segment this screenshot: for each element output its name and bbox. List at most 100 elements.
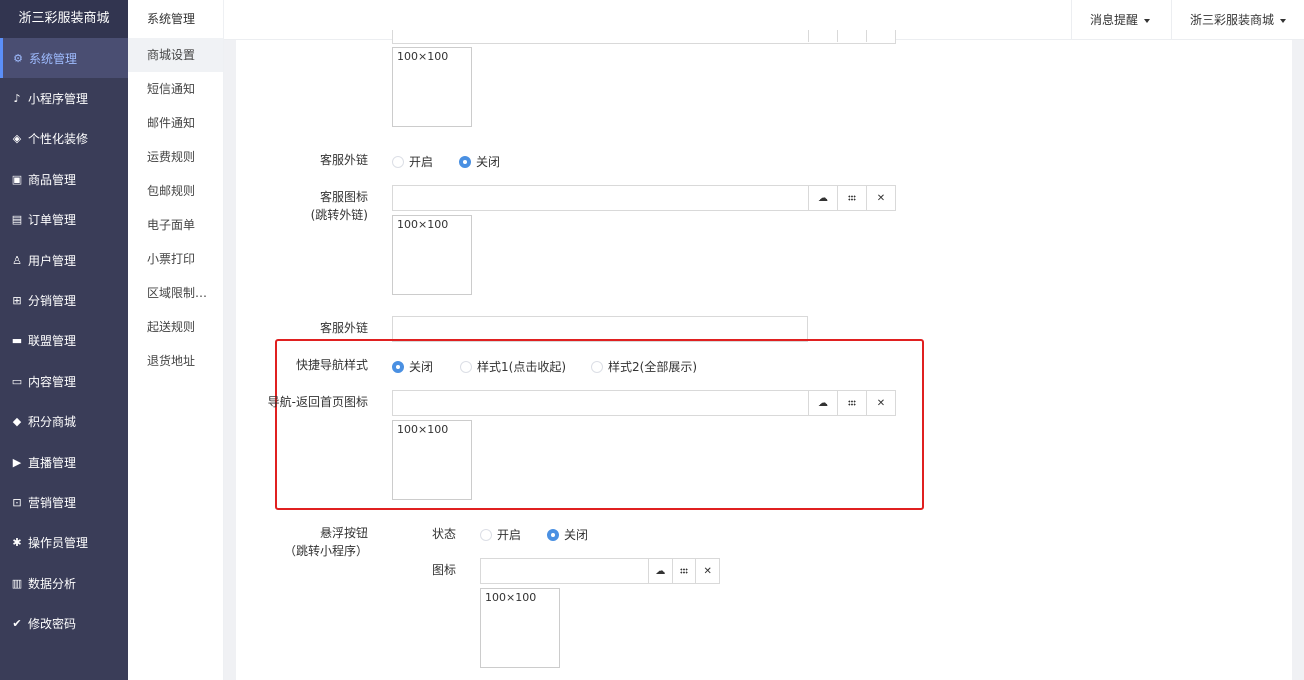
clipboard-icon: ▤: [11, 213, 23, 227]
radio-label: 关闭: [409, 360, 434, 374]
grid-icon[interactable]: [837, 186, 866, 210]
store-label: 浙三彩服装商城: [1189, 13, 1274, 27]
submenu-item[interactable]: 区域限制…: [128, 276, 223, 310]
service-icon-preview: 100×100: [392, 215, 472, 295]
float-status-label: 状态: [431, 527, 456, 541]
nav-home-icon-input[interactable]: [393, 391, 808, 415]
nav-item-7[interactable]: ▬ 联盟管理: [0, 321, 128, 361]
notifications-label: 消息提醒: [1089, 13, 1138, 27]
upload-cloud-icon[interactable]: [808, 30, 837, 42]
nav-item-label: 修改密码: [28, 617, 77, 632]
submenu-item[interactable]: 运费规则: [128, 140, 223, 174]
service-link-on-radio[interactable]: 开启: [392, 153, 433, 170]
float-status-on-radio[interactable]: 开启: [480, 526, 521, 543]
quick-nav-label: 快捷导航样式: [295, 358, 368, 372]
nav-item-3[interactable]: ▣ 商品管理: [0, 159, 128, 199]
quick-nav-off-radio[interactable]: 关闭: [392, 358, 433, 375]
caret-down-icon: [1280, 18, 1286, 23]
nav-home-icon-preview: 100×100: [392, 420, 472, 500]
upload-cloud-icon[interactable]: ☁: [808, 391, 837, 415]
close-icon[interactable]: ✕: [866, 391, 895, 415]
service-link-off-radio[interactable]: 关闭: [459, 153, 500, 170]
nav-item-1[interactable]: ♪ 小程序管理: [0, 78, 128, 118]
sitemap-icon: ⊞: [12, 294, 22, 308]
nav-item-6[interactable]: ⊞ 分销管理: [0, 280, 128, 320]
radio-label: 样式2(全部展示): [608, 360, 697, 374]
store-dropdown[interactable]: 浙三彩服装商城: [1170, 0, 1304, 40]
nav-item-11[interactable]: ⊡ 营销管理: [0, 482, 128, 522]
nav-item-10[interactable]: ▶ 直播管理: [0, 442, 128, 482]
float-icon-input[interactable]: [481, 559, 648, 583]
notifications-dropdown[interactable]: 消息提醒: [1070, 0, 1168, 40]
nav-item-label: 直播管理: [28, 455, 77, 470]
radio-label: 样式1(点击收起): [477, 360, 566, 374]
close-icon[interactable]: [866, 30, 895, 42]
submenu-item[interactable]: 电子面单: [128, 208, 223, 242]
radio-on-icon: [459, 155, 471, 168]
brand-title: 浙三彩服装商城: [0, 0, 128, 38]
nav-item-label: 小程序管理: [28, 92, 89, 107]
submenu-item[interactable]: 邮件通知: [128, 106, 223, 140]
nav-item-label: 个性化装修: [28, 132, 89, 147]
nav-item-label: 联盟管理: [28, 334, 77, 349]
nav-home-icon-label: 导航-返回首页图标: [267, 395, 368, 409]
nav-item-2[interactable]: ◈ 个性化装修: [0, 119, 128, 159]
nav-item-label: 用户管理: [28, 253, 77, 268]
nav-item-13[interactable]: ▥ 数据分析: [0, 563, 128, 603]
service-icon-input-group: ☁ ✕: [392, 185, 896, 211]
grid-icon[interactable]: [837, 30, 866, 42]
image-preview: 100×100: [392, 47, 472, 127]
float-button-label: 悬浮按钮: [319, 526, 368, 540]
upload-cloud-icon[interactable]: ☁: [808, 186, 837, 210]
nav-item-label: 营销管理: [28, 495, 77, 510]
grid-icon[interactable]: [671, 559, 696, 583]
layers-icon: ◈: [12, 132, 22, 146]
gear-icon: ✱: [12, 536, 22, 550]
float-icon-label: 图标: [431, 563, 456, 577]
submenu-item[interactable]: 退货地址: [128, 344, 223, 378]
grid-icon[interactable]: [837, 391, 866, 415]
sidebar: 浙三彩服装商城 ⚙ 系统管理 ♪ 小程序管理 ◈ 个性化装修 ▣ 商品管理 ▤ 订单管理 ♙ 用户管理…: [0, 0, 128, 680]
radio-label: 开启: [409, 155, 434, 169]
nav-item-14[interactable]: ✔ 修改密码: [0, 603, 128, 643]
nav-item-4[interactable]: ▤ 订单管理: [0, 200, 128, 240]
settings-icon: ⚙: [13, 51, 23, 65]
nav-item-label: 商品管理: [28, 172, 77, 187]
nav-list: ⚙ 系统管理 ♪ 小程序管理 ◈ 个性化装修 ▣ 商品管理 ▤ 订单管理 ♙ 用户管理 ⊞ 分销管理 ▬ 联盟…: [0, 38, 128, 644]
nav-item-5[interactable]: ♙ 用户管理: [0, 240, 128, 280]
close-icon[interactable]: ✕: [695, 559, 720, 583]
submenu-item[interactable]: 短信通知: [128, 72, 223, 106]
nav-item-8[interactable]: ▭ 内容管理: [0, 361, 128, 401]
float-status-off-radio[interactable]: 关闭: [547, 526, 588, 543]
upload-cloud-icon[interactable]: ☁: [648, 559, 672, 583]
service-icon-input[interactable]: [393, 186, 808, 210]
submenu-item[interactable]: 包邮规则: [128, 174, 223, 208]
radio-off-icon: [480, 528, 492, 541]
user-icon: ♙: [12, 253, 22, 267]
radio-label: 关闭: [476, 155, 501, 169]
submenu-item[interactable]: 小票打印: [128, 242, 223, 276]
nav-item-12[interactable]: ✱ 操作员管理: [0, 523, 128, 563]
cube-icon: ◆: [12, 415, 22, 429]
radio-label: 关闭: [564, 528, 589, 542]
close-icon[interactable]: ✕: [866, 186, 895, 210]
nav-item-label: 内容管理: [28, 374, 77, 389]
nav-item-0[interactable]: ⚙ 系统管理: [0, 38, 128, 79]
quick-nav-style1-radio[interactable]: 样式1(点击收起): [460, 358, 566, 375]
top-image-input-group[interactable]: [392, 30, 896, 44]
service-link-toggle-label: 客服外链: [319, 153, 368, 167]
nav-item-label: 积分商城: [28, 415, 77, 430]
newspaper-icon: ▭: [11, 374, 23, 388]
tiktok-icon: ♪: [13, 92, 21, 106]
submenu-item[interactable]: 商城设置: [128, 38, 223, 72]
shield-check-icon: ✔: [12, 617, 22, 631]
nav-item-9[interactable]: ◆ 积分商城: [0, 402, 128, 442]
service-icon-label: 客服图标: [319, 190, 368, 204]
caret-down-icon: [1144, 18, 1150, 23]
quick-nav-style2-radio[interactable]: 样式2(全部展示): [591, 358, 697, 375]
submenu-item[interactable]: 起送规则: [128, 310, 223, 344]
nav-home-icon-input-group: ☁ ✕: [392, 390, 896, 416]
radio-off-icon: [591, 360, 603, 373]
coupon-icon: ⊡: [12, 495, 22, 509]
play-icon: ▶: [12, 455, 22, 469]
